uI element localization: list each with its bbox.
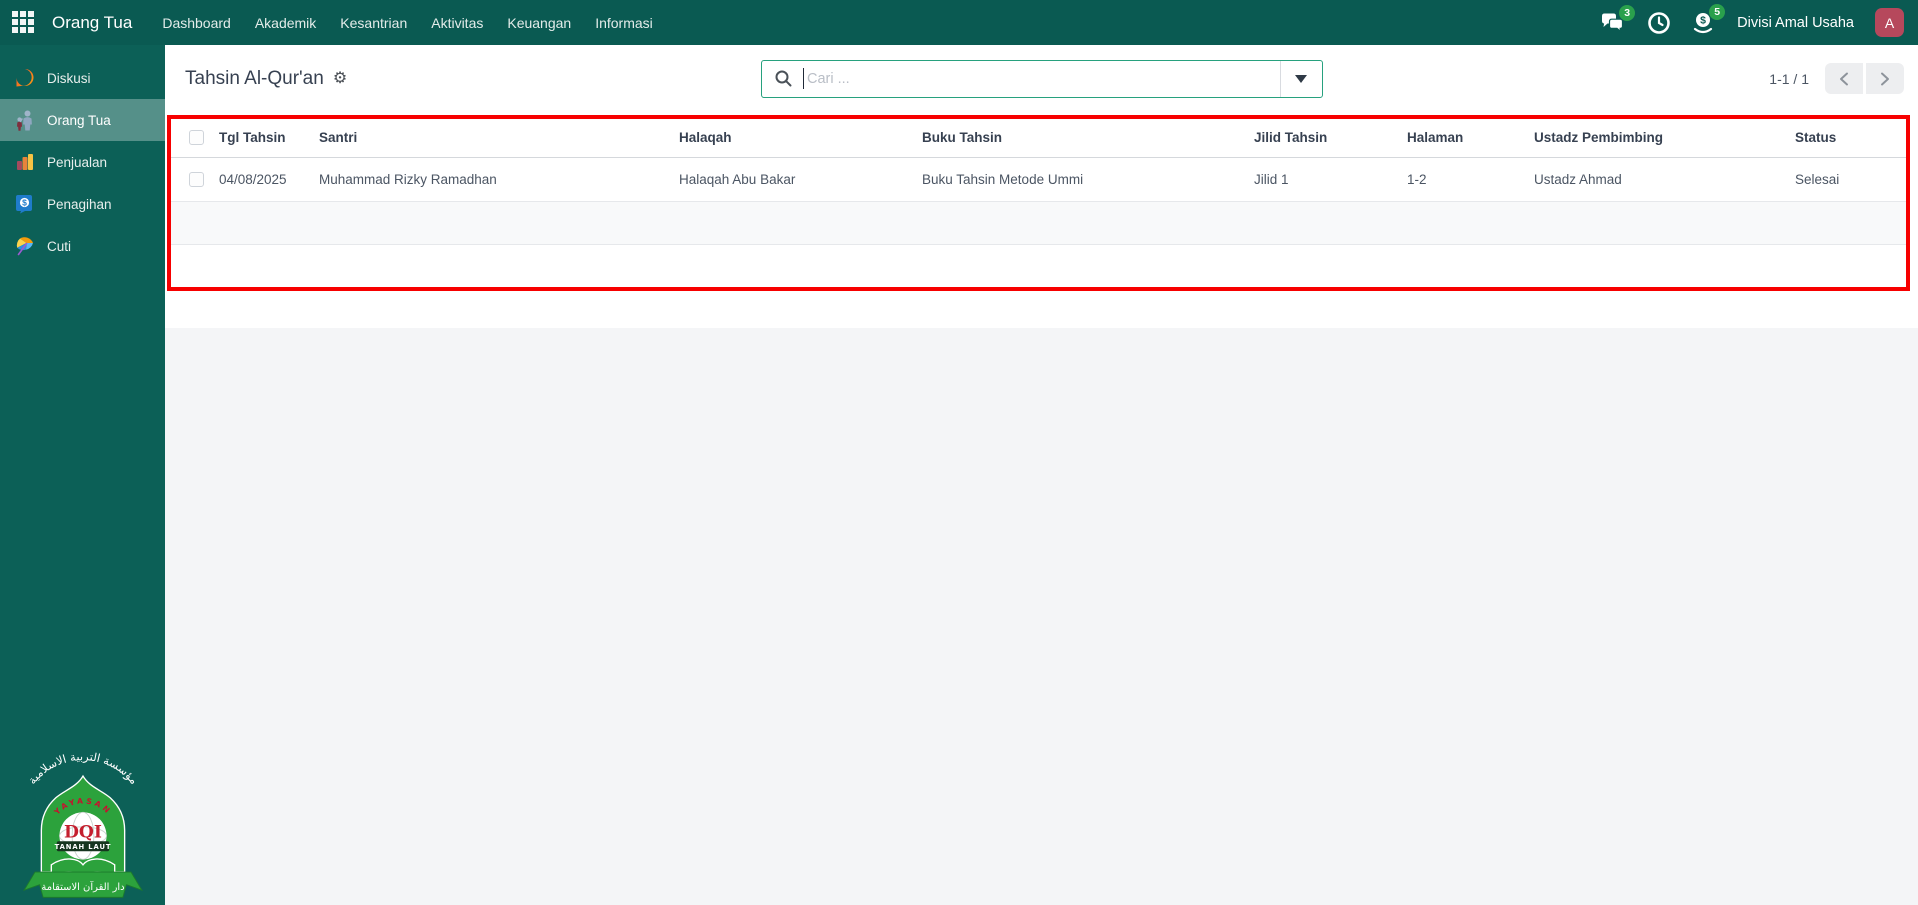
search-dropdown-toggle[interactable]	[1279, 60, 1322, 97]
table-header-row: Tgl Tahsin Santri Halaqah Buku Tahsin Ji…	[171, 119, 1906, 158]
logo-acronym: DQI	[64, 823, 102, 843]
apps-grid-icon[interactable]	[12, 10, 36, 35]
money-notification-icon[interactable]: $ 5	[1692, 3, 1726, 35]
bar-chart-icon	[14, 151, 36, 173]
sidebar-item-penjualan[interactable]: Penjualan	[0, 141, 165, 183]
chat-bubble-icon	[14, 67, 36, 89]
cell-halaqah[interactable]: Halaqah Abu Bakar	[679, 157, 922, 202]
red-annotation-rectangle: Tgl Tahsin Santri Halaqah Buku Tahsin Ji…	[167, 115, 1910, 291]
tahsin-list-table: Tgl Tahsin Santri Halaqah Buku Tahsin Ji…	[171, 119, 1906, 287]
menu-keuangan[interactable]: Keuangan	[495, 0, 583, 45]
search-input[interactable]	[804, 70, 1280, 87]
column-header[interactable]: Halaqah	[679, 119, 922, 158]
app-name[interactable]: Orang Tua	[52, 13, 132, 33]
sidebar-item-penagihan[interactable]: $ Penagihan	[0, 183, 165, 225]
sidebar: Diskusi Orang Tua Penjualan $ Penagihan …	[0, 45, 165, 905]
cell-ustadz[interactable]: Ustadz Ahmad	[1534, 157, 1795, 202]
sidebar-item-label: Diskusi	[47, 70, 91, 86]
chevron-down-icon	[1295, 74, 1307, 83]
sidebar-item-label: Cuti	[47, 238, 72, 254]
content-background	[165, 328, 1918, 905]
empty-filler-row	[171, 244, 1906, 287]
logo-arabic-bottom: دار القرآن الاستقامة	[41, 880, 124, 893]
cell-tgl-tahsin[interactable]: 04/08/2025	[219, 157, 319, 202]
cell-buku-tahsin[interactable]: Buku Tahsin Metode Ummi	[922, 157, 1254, 202]
topbar: Orang Tua Dashboard Akademik Kesantrian …	[0, 0, 1918, 45]
empty-filler-row	[171, 201, 1906, 245]
cell-santri[interactable]: Muhammad Rizky Ramadhan	[319, 157, 679, 202]
main-content: Tahsin Al-Qur'an ⚙ 1-1 / 1	[165, 45, 1918, 905]
logo-region: TANAH LAUT	[54, 843, 111, 851]
svg-text:$: $	[22, 198, 27, 208]
gear-icon[interactable]: ⚙	[333, 70, 347, 87]
svg-text:$: $	[1700, 14, 1706, 26]
sidebar-item-label: Penagihan	[47, 196, 112, 212]
pager-next-button[interactable]	[1866, 63, 1904, 94]
cell-status[interactable]: Selesai	[1795, 157, 1906, 202]
pagination-range: 1-1 / 1	[1769, 70, 1809, 87]
menu-akademik[interactable]: Akademik	[243, 0, 328, 45]
control-panel: Tahsin Al-Qur'an ⚙ 1-1 / 1	[165, 45, 1918, 112]
sidebar-item-label: Penjualan	[47, 154, 108, 170]
pager-previous-button[interactable]	[1825, 63, 1863, 94]
menu-dashboard[interactable]: Dashboard	[150, 0, 243, 45]
table-row[interactable]: 04/08/2025 Muhammad Rizky Ramadhan Halaq…	[171, 157, 1906, 202]
search-bar[interactable]	[760, 59, 1323, 98]
menu-informasi[interactable]: Informasi	[583, 0, 665, 45]
select-all-checkbox[interactable]	[189, 130, 204, 146]
cell-jilid-tahsin[interactable]: Jilid 1	[1254, 157, 1407, 202]
sidebar-item-label: Orang Tua	[47, 112, 111, 128]
column-header[interactable]: Santri	[319, 119, 679, 158]
avatar[interactable]: A	[1875, 8, 1904, 37]
topbar-right: 3 $ 5 Divisi Amal Usaha A	[1600, 3, 1918, 37]
column-header[interactable]: Tgl Tahsin	[219, 119, 319, 158]
column-header[interactable]: Status	[1795, 119, 1906, 158]
list-filler-strip	[165, 291, 1918, 328]
invoice-dollar-icon: $	[14, 193, 36, 215]
sidebar-item-cuti[interactable]: Cuti	[0, 225, 165, 267]
umbrella-icon	[14, 235, 36, 257]
column-header[interactable]: Ustadz Pembimbing	[1534, 119, 1795, 158]
column-header[interactable]: Jilid Tahsin	[1254, 119, 1407, 158]
search-icon	[774, 69, 793, 88]
sidebar-item-diskusi[interactable]: Diskusi	[0, 57, 165, 99]
messages-icon[interactable]: 3	[1600, 4, 1636, 34]
organization-logo: مؤسسة التربية الاسلامية YAYASAN DQI TANA…	[0, 729, 165, 905]
menu-aktivitas[interactable]: Aktivitas	[419, 0, 495, 45]
row-checkbox[interactable]	[189, 171, 204, 187]
messages-badge: 3	[1619, 4, 1636, 21]
sidebar-item-orang-tua[interactable]: Orang Tua	[0, 99, 165, 141]
money-badge: 5	[1709, 3, 1726, 20]
page-title: Tahsin Al-Qur'an	[185, 67, 324, 89]
parents-icon	[14, 109, 36, 131]
user-menu[interactable]: Divisi Amal Usaha	[1737, 15, 1854, 31]
column-header[interactable]: Halaman	[1407, 119, 1534, 158]
menu-kesantrian[interactable]: Kesantrian	[328, 0, 419, 45]
column-header[interactable]: Buku Tahsin	[922, 119, 1254, 158]
activity-clock-icon[interactable]	[1647, 11, 1671, 35]
cell-halaman[interactable]: 1-2	[1407, 157, 1534, 202]
top-menu: Dashboard Akademik Kesantrian Aktivitas …	[150, 0, 664, 45]
